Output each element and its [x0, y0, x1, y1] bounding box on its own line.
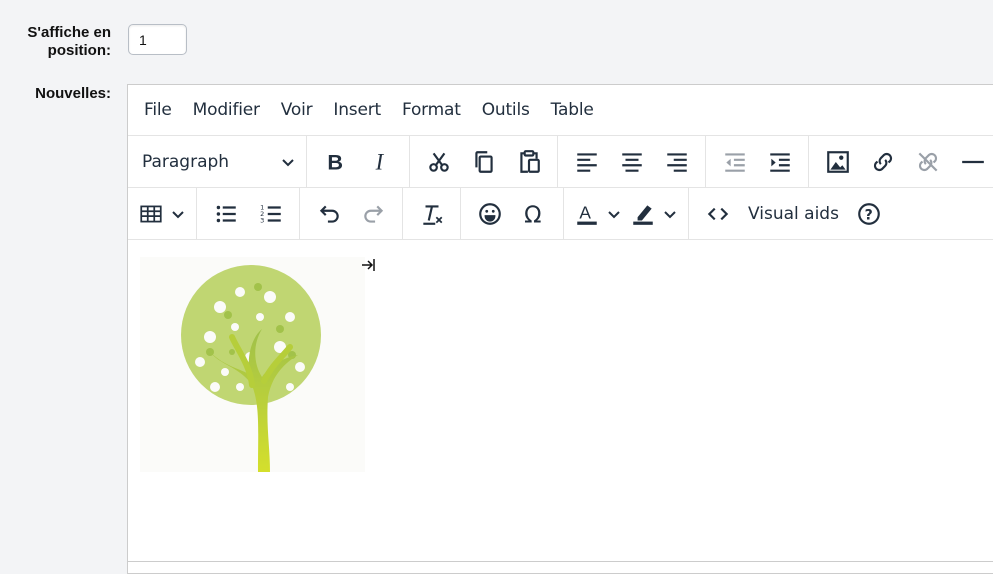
help-icon: ? — [858, 202, 881, 225]
blocks-group: Paragraph — [128, 136, 307, 187]
horizontal-rule-button[interactable] — [950, 144, 993, 180]
list-group: 123 — [197, 188, 300, 239]
editor-menubar: File Modifier Voir Insert Format Outils … — [128, 85, 993, 136]
align-center-button[interactable] — [609, 144, 654, 180]
tree-image[interactable] — [140, 257, 365, 472]
color-group: A — [564, 188, 689, 239]
svg-text:3: 3 — [260, 216, 264, 224]
resize-cursor-icon — [362, 259, 375, 271]
redo-icon — [363, 205, 383, 223]
chevron-down-icon — [664, 210, 676, 218]
toolbar-row-1: Paragraph B I — [128, 136, 993, 188]
copy-icon — [474, 150, 493, 173]
clipboard-group — [410, 136, 558, 187]
image-button[interactable] — [815, 144, 860, 180]
svg-text:I: I — [374, 149, 384, 174]
bold-button[interactable]: B — [313, 144, 358, 180]
align-center-icon — [621, 152, 642, 172]
copy-button[interactable] — [461, 144, 506, 180]
svg-text:B: B — [327, 149, 343, 174]
chevron-down-icon — [608, 210, 620, 218]
clear-format-group — [403, 188, 461, 239]
menu-view[interactable]: Voir — [273, 100, 321, 120]
horizontal-rule-icon — [961, 160, 984, 163]
menu-edit[interactable]: Modifier — [185, 100, 268, 120]
clear-formatting-button[interactable] — [409, 196, 454, 232]
misc-group: Visual aids ? — [689, 188, 898, 239]
svg-text:Ω: Ω — [524, 202, 541, 226]
cut-icon — [428, 152, 449, 172]
outdent-icon — [724, 152, 745, 172]
align-right-button[interactable] — [654, 144, 699, 180]
align-left-icon — [576, 152, 597, 172]
svg-text:?: ? — [865, 207, 873, 223]
indent-icon — [769, 152, 790, 172]
align-group — [558, 136, 706, 187]
special-char-button[interactable]: Ω — [512, 196, 557, 232]
clear-formatting-icon — [422, 204, 442, 225]
insert-char-group: Ω — [461, 188, 564, 239]
cut-button[interactable] — [416, 144, 461, 180]
source-code-icon — [707, 207, 728, 220]
special-char-icon: Ω — [524, 202, 541, 226]
tree-illustration — [181, 265, 321, 472]
text-color-dropdown[interactable]: A — [570, 196, 626, 232]
toolbar-row-2: 123 Ω A Visual aids ? — [128, 188, 993, 240]
menu-tools[interactable]: Outils — [474, 100, 538, 120]
indent-button[interactable] — [757, 144, 802, 180]
emoji-button[interactable] — [467, 196, 512, 232]
table-icon — [140, 205, 162, 222]
bullet-list-icon — [216, 205, 236, 222]
menu-insert[interactable]: Insert — [325, 100, 389, 120]
menu-format[interactable]: Format — [394, 100, 469, 120]
link-button[interactable] — [860, 144, 905, 180]
position-label: S'affiche en position: — [27, 24, 111, 59]
editor-content[interactable] — [128, 240, 993, 562]
emoji-icon — [478, 202, 501, 225]
link-icon — [873, 152, 892, 171]
paste-icon — [519, 149, 540, 173]
insert-group — [809, 136, 993, 187]
align-left-button[interactable] — [564, 144, 609, 180]
history-group — [300, 188, 403, 239]
blocks-dropdown[interactable]: Paragraph — [132, 144, 302, 180]
align-right-icon — [666, 152, 687, 172]
menu-file[interactable]: File — [136, 100, 180, 120]
paste-button[interactable] — [506, 144, 551, 180]
text-color-icon: A — [577, 202, 597, 225]
highlight-dropdown[interactable] — [626, 196, 682, 232]
highlight-icon — [633, 204, 653, 225]
source-code-button[interactable] — [695, 196, 740, 232]
undo-button[interactable] — [306, 196, 351, 232]
news-label: Nouvelles: — [35, 85, 111, 102]
table-group — [128, 188, 197, 239]
svg-text:A: A — [579, 202, 591, 222]
chevron-down-icon — [172, 210, 184, 218]
italic-button[interactable]: I — [358, 144, 403, 180]
undo-icon — [319, 205, 339, 223]
bold-icon: B — [327, 149, 343, 174]
chevron-down-icon — [282, 158, 294, 166]
bullet-list-button[interactable] — [203, 196, 248, 232]
unlink-button[interactable] — [905, 144, 950, 180]
menu-table[interactable]: Table — [543, 100, 602, 120]
unlink-icon — [918, 152, 937, 171]
italic-icon: I — [374, 149, 384, 174]
numbered-list-icon: 123 — [260, 203, 281, 224]
numbered-list-button[interactable]: 123 — [248, 196, 293, 232]
outdent-button[interactable] — [712, 144, 757, 180]
visual-aids-button[interactable]: Visual aids — [740, 204, 847, 224]
image-icon — [826, 150, 849, 173]
blocks-value: Paragraph — [142, 151, 230, 172]
help-button[interactable]: ? — [847, 196, 892, 232]
indent-group — [706, 136, 809, 187]
redo-button[interactable] — [351, 196, 396, 232]
rich-text-editor: File Modifier Voir Insert Format Outils … — [127, 84, 993, 574]
format-group: B I — [307, 136, 410, 187]
table-dropdown[interactable] — [134, 196, 190, 232]
position-input[interactable] — [128, 24, 187, 55]
